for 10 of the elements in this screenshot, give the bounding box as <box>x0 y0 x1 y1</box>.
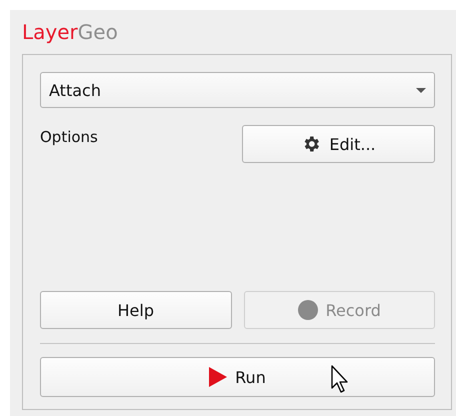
help-button[interactable]: Help <box>40 291 232 329</box>
app-title: Layer <box>22 20 78 44</box>
edit-button[interactable]: Edit... <box>242 125 435 163</box>
app-title: Geo <box>78 20 118 44</box>
play-icon <box>209 367 228 387</box>
record-icon <box>298 300 318 320</box>
mode-dropdown[interactable]: Attach <box>40 72 435 108</box>
caret-icon <box>416 88 426 92</box>
run-button[interactable]: Run <box>40 357 435 397</box>
options-label: Options <box>40 128 98 146</box>
